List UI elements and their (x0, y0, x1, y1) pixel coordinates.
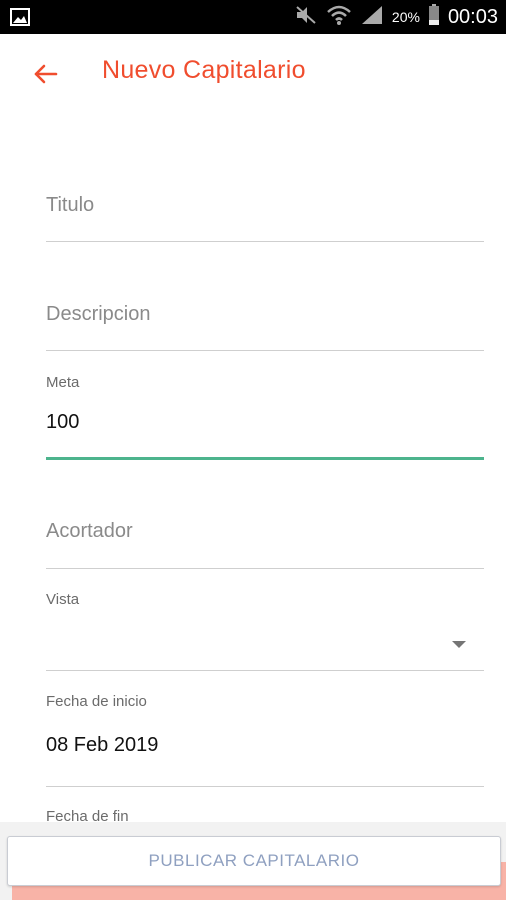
descripcion-field[interactable]: Descripcion (46, 303, 484, 353)
signal-icon (360, 4, 384, 31)
acortador-field[interactable]: Acortador (46, 520, 484, 570)
acortador-placeholder: Acortador (46, 520, 133, 542)
descripcion-underline (46, 350, 484, 351)
mute-icon (294, 4, 318, 31)
fecha-inicio-label: Fecha de inicio (46, 693, 147, 710)
publish-button[interactable]: PUBLICAR CAPITALARIO (7, 836, 501, 886)
descripcion-placeholder: Descripcion (46, 303, 151, 325)
app-bar: Nuevo Capitalario (0, 34, 506, 114)
vista-select[interactable]: Vista (46, 591, 484, 673)
back-button[interactable] (30, 58, 62, 90)
fecha-inicio-value: 08 Feb 2019 (46, 734, 159, 756)
image-icon (10, 7, 30, 32)
vista-underline (46, 670, 484, 671)
wifi-icon (326, 4, 352, 31)
acortador-underline (46, 568, 484, 569)
arrow-left-icon (30, 64, 62, 94)
fecha-inicio-field[interactable]: Fecha de inicio 08 Feb 2019 (46, 693, 484, 789)
status-bar: 20% 00:03 (0, 0, 506, 34)
clock: 00:03 (447, 5, 498, 28)
vista-label: Vista (46, 591, 80, 608)
meta-label: Meta (46, 374, 80, 391)
page-title: Nuevo Capitalario (102, 56, 306, 84)
meta-value: 100 (46, 411, 80, 433)
chevron-down-icon (452, 641, 466, 648)
titulo-placeholder: Titulo (46, 194, 95, 216)
battery-percent: 20% (391, 9, 420, 25)
fecha-inicio-underline (46, 786, 484, 787)
meta-underline (46, 457, 484, 460)
titulo-underline (46, 241, 484, 242)
battery-icon (428, 3, 440, 31)
titulo-field[interactable]: Titulo (46, 194, 484, 244)
meta-field[interactable]: Meta 100 (46, 374, 484, 462)
